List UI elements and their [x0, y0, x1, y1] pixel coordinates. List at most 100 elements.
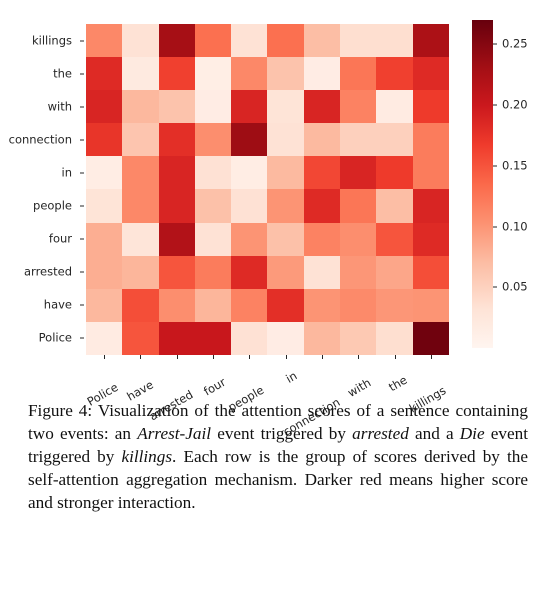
x-axis-labels: Police have arrested four people in connection… [85, 355, 449, 439]
heatmap-cell [194, 156, 232, 190]
x-tick-mark [285, 355, 287, 359]
heatmap-cell [122, 255, 159, 289]
heatmap-cell [158, 90, 195, 124]
y-tick-label-people: people [33, 198, 72, 213]
heatmap-cell [231, 123, 268, 157]
heatmap-cell [86, 222, 123, 256]
heatmap-cell [158, 255, 195, 289]
x-tick-label-the: the [385, 372, 410, 395]
x-tick-label-in: in [282, 368, 300, 386]
heatmap-cell [86, 57, 123, 91]
heatmap-cell [231, 288, 268, 322]
y-tick-label-have: have [43, 297, 72, 312]
y-tick-mark [80, 337, 84, 339]
figure-heatmap: killings the with connection in people four arr… [0, 0, 559, 439]
heatmap-cell [340, 189, 377, 223]
heatmap-cell [340, 288, 377, 322]
heatmap-cell [194, 24, 232, 58]
x-tick-mark [394, 355, 396, 359]
heatmap-cell [86, 123, 123, 157]
heatmap-cell [340, 24, 377, 58]
heatmap-cell [158, 321, 195, 355]
heatmap-cell [303, 57, 341, 91]
colorbar-tick-label-0-05: 0.05 [502, 279, 528, 294]
colorbar-tick-mark [493, 43, 497, 45]
heatmap-cell [412, 156, 449, 190]
heatmap-cell [376, 222, 413, 256]
heatmap-cell [122, 222, 159, 256]
heatmap-cell [86, 156, 123, 190]
colorbar-tick-label-0-10: 0.10 [502, 218, 528, 233]
heatmap-cell [376, 24, 413, 58]
x-tick-mark [176, 355, 178, 359]
heatmap-cell [122, 156, 159, 190]
y-tick-mark [80, 139, 84, 141]
y-tick-label-with: with [47, 99, 72, 113]
heatmap-cell [231, 90, 268, 124]
colorbar: 0.05 0.10 0.15 0.20 0.25 [472, 20, 559, 350]
heatmap-cell [194, 189, 232, 223]
heatmap-cell [231, 24, 268, 58]
caption-italic-die: Die [459, 423, 485, 443]
figure-caption: Figure 4: Visualization of the attention… [28, 400, 528, 514]
caption-text-2: event triggered by [211, 423, 353, 443]
heatmap-cell [412, 24, 449, 58]
heatmap-cell [267, 57, 304, 91]
heatmap-cell [231, 255, 268, 289]
y-tick-label-arrested: arrested [24, 264, 72, 279]
x-tick-mark [249, 355, 251, 359]
heatmap-cell [303, 24, 341, 58]
heatmap-cell [412, 222, 449, 256]
heatmap-cell [231, 189, 268, 223]
heatmap-grid [86, 24, 449, 355]
heatmap-cell [122, 288, 159, 322]
y-tick-mark [80, 40, 84, 42]
heatmap-cell [267, 222, 304, 256]
heatmap-cell [267, 288, 304, 322]
heatmap-cell [158, 189, 195, 223]
heatmap-cell [86, 189, 123, 223]
heatmap-cell [122, 57, 159, 91]
heatmap-cell [412, 288, 449, 322]
colorbar-gradient [472, 20, 493, 348]
heatmap-cell [158, 156, 195, 190]
y-tick-label-the: the [53, 65, 72, 80]
heatmap-cell [376, 90, 413, 124]
heatmap-cell [194, 57, 232, 91]
heatmap-cell [194, 288, 232, 322]
heatmap-cell [158, 222, 195, 256]
heatmap-cell [122, 24, 159, 58]
heatmap-cell [267, 123, 304, 157]
y-tick-mark [80, 73, 84, 75]
y-tick-mark [80, 271, 84, 273]
heatmap-cell [340, 321, 377, 355]
heatmap-cell [376, 288, 413, 322]
caption-italic-arrested: arrested [352, 423, 409, 443]
heatmap-cell [376, 255, 413, 289]
heatmap-cell [412, 57, 449, 91]
heatmap-cell [376, 156, 413, 190]
caption-italic-arrest-jail: Arrest-Jail [137, 423, 212, 443]
heatmap-cell [194, 222, 232, 256]
heatmap-cell [303, 321, 341, 355]
y-tick-mark [80, 106, 84, 108]
heatmap-cell [267, 156, 304, 190]
heatmap-cell [86, 288, 123, 322]
y-tick-label-killings: killings [31, 32, 72, 47]
heatmap-cell [303, 288, 341, 322]
heatmap-cell [231, 222, 268, 256]
heatmap-cell [303, 189, 341, 223]
colorbar-tick-label-0-15: 0.15 [502, 158, 528, 173]
colorbar-tick-mark [493, 286, 497, 288]
heatmap-cell [122, 123, 159, 157]
heatmap-cell [303, 90, 341, 124]
heatmap-cell [340, 222, 377, 256]
heatmap-cell [303, 156, 341, 190]
heatmap-cell [267, 24, 304, 58]
colorbar-tick-mark [493, 165, 497, 167]
heatmap-cell [340, 255, 377, 289]
heatmap-cell [412, 90, 449, 124]
heatmap-cell [267, 255, 304, 289]
heatmap-cell [194, 123, 232, 157]
heatmap-cell [340, 123, 377, 157]
